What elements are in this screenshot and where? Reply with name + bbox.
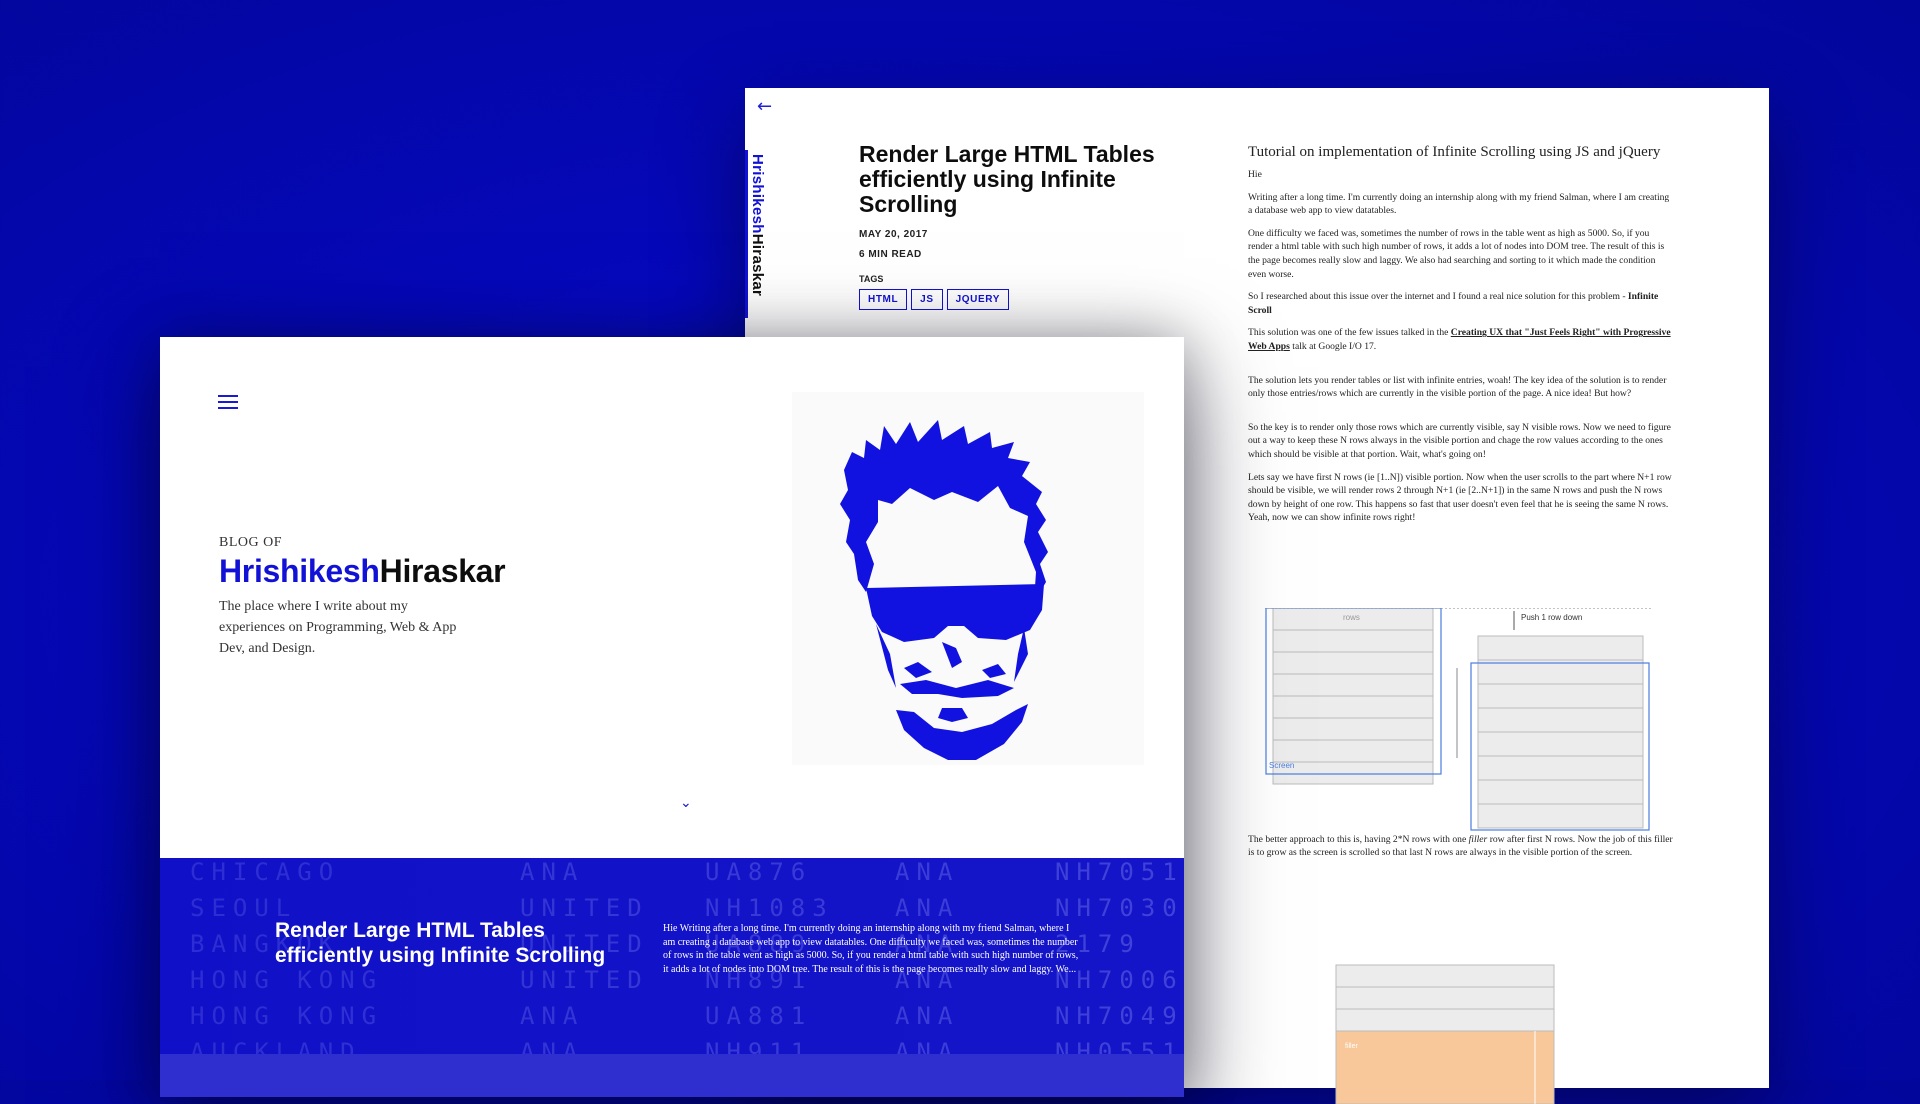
tag-html[interactable]: HTML [859, 289, 908, 310]
featured-post-excerpt: Hie Writing after a long time. I'm curre… [663, 923, 1079, 975]
article-read-time: 6 MIN READ [859, 249, 922, 260]
paragraph: So the key is to render only those rows … [1248, 421, 1671, 460]
paragraph: This solution was one of the few issues … [1248, 327, 1671, 352]
portrait-illustration [792, 392, 1144, 765]
article-header: Render Large HTML Tables efficiently usi… [859, 142, 1199, 310]
blog-of-label: BLOG OF [219, 535, 283, 550]
diagram-screen-label: Screen [1269, 761, 1294, 770]
featured-post-band[interactable]: CHICAGO SEOUL BANGKOK HONG KONG HONG KON… [160, 858, 1184, 1097]
paragraph: The solution lets you render tables or l… [1248, 374, 1667, 400]
chevron-down-icon[interactable]: ⌄ [680, 795, 692, 811]
blog-author-name: HrishikeshHiraskar [219, 553, 519, 590]
paragraph: One difficulty we faced was, sometimes t… [1248, 227, 1665, 280]
article-subheading: Tutorial on implementation of Infinite S… [1248, 144, 1661, 160]
side-author-name[interactable]: HrishikeshHiraskar [745, 150, 768, 318]
hamburger-menu-icon[interactable] [218, 395, 238, 413]
diagram-filler-label: filler [1345, 1043, 1359, 1050]
diagram-rows-label: rows [1343, 613, 1360, 622]
paragraph: Hie [1248, 169, 1262, 180]
filler-diagram: filler [1335, 964, 1555, 1104]
tag-jquery[interactable]: JQUERY [946, 289, 1009, 310]
side-name-first: Hrishikesh [749, 154, 766, 234]
paragraph: Lets say we have first N rows (ie [1..N]… [1248, 471, 1672, 524]
article-date: MAY 20, 2017 [859, 229, 928, 240]
tag-js[interactable]: JS [911, 289, 943, 310]
portrait-icon [840, 420, 1048, 760]
hero-text: BLOG OF HrishikeshHiraskar The place whe… [219, 535, 519, 659]
blog-description: The place where I write about my experie… [219, 599, 457, 656]
featured-post-title[interactable]: Render Large HTML Tables efficiently usi… [275, 918, 615, 968]
paragraph: Writing after a long time. I'm currently… [1248, 191, 1670, 217]
infinite-scroll-diagram: rows Screen Push 1 row down [1265, 608, 1653, 831]
article-title: Render Large HTML Tables efficiently usi… [859, 141, 1155, 217]
tag-list: HTML JS JQUERY [859, 289, 1199, 310]
next-section-strip [160, 1054, 1184, 1097]
blog-home-window: BLOG OF HrishikeshHiraskar The place whe… [160, 337, 1184, 1097]
author-last-name: Hiraskar [379, 553, 506, 589]
author-first-name: Hrishikesh [219, 553, 380, 589]
back-arrow-icon[interactable]: ← [757, 96, 772, 117]
diagram-push-label: Push 1 row down [1521, 613, 1582, 622]
tags-label: TAGS [859, 274, 884, 284]
side-name-last: Hiraskar [749, 233, 766, 297]
paragraph: So I researched about this issue over th… [1248, 291, 1659, 316]
